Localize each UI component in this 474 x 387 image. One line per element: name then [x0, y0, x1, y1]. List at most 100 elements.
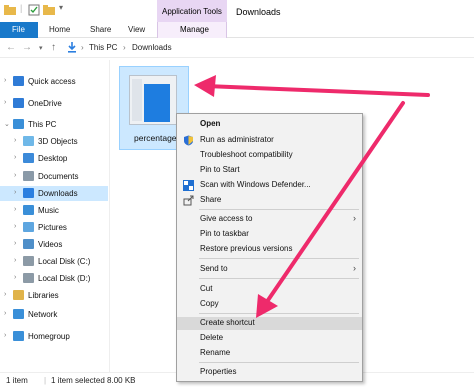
tab-manage[interactable]: Manage	[157, 22, 227, 38]
chevron-right-icon[interactable]: ›	[14, 206, 16, 213]
breadcrumb-this-pc[interactable]: This PC	[89, 43, 117, 52]
chevron-right-icon[interactable]: ›	[14, 189, 16, 196]
back-arrow-icon[interactable]: ←	[6, 42, 16, 53]
menu-item-label: Give access to	[200, 214, 253, 223]
menu-item-label: Delete	[200, 333, 224, 342]
forward-arrow-icon[interactable]: →	[22, 42, 32, 53]
sidebar-item-label: Local Disk (C:)	[38, 257, 91, 266]
download-icon	[23, 188, 34, 198]
status-divider: |	[44, 376, 47, 385]
music-icon	[23, 205, 34, 215]
tab-home[interactable]: Home	[49, 25, 70, 34]
menu-separator	[199, 209, 359, 210]
menu-item-label: Pin to Start	[200, 165, 240, 174]
sidebar-item-pictures[interactable]: › Pictures	[0, 220, 108, 235]
breadcrumb-separator-icon[interactable]: ›	[81, 43, 84, 52]
chevron-right-icon[interactable]: ›	[4, 77, 6, 84]
desktop-icon	[23, 153, 34, 163]
homegroup-icon	[13, 331, 24, 341]
download-icon	[68, 42, 76, 53]
chevron-right-icon[interactable]: ›	[14, 240, 16, 247]
chevron-right-icon[interactable]: ›	[4, 291, 6, 298]
chevron-right-icon[interactable]: ›	[4, 99, 6, 106]
sidebar-item-quick-access[interactable]: › Quick access	[0, 74, 108, 89]
sidebar-item-videos[interactable]: › Videos	[0, 237, 108, 252]
sidebar-item-label: Music	[38, 206, 59, 215]
customize-qat-icon[interactable]: ▾	[59, 3, 63, 12]
menu-item-troubleshoot-compatibility[interactable]: Troubleshoot compatibility	[177, 149, 362, 162]
chevron-right-icon[interactable]: ›	[14, 172, 16, 179]
menu-item-scan-with-windows-defender[interactable]: Scan with Windows Defender...	[177, 179, 362, 192]
cloud-icon	[13, 98, 24, 108]
menu-item-give-access-to[interactable]: Give access to ›	[177, 213, 362, 226]
defender-icon	[183, 180, 194, 191]
menu-item-label: Rename	[200, 348, 231, 357]
menu-item-delete[interactable]: Delete	[177, 332, 362, 345]
chevron-right-icon[interactable]: ›	[14, 137, 16, 144]
sidebar-item-local-disk-d[interactable]: › Local Disk (D:)	[0, 271, 108, 286]
sidebar-item-downloads[interactable]: › Downloads	[0, 186, 108, 201]
sidebar-item-onedrive[interactable]: › OneDrive	[0, 96, 108, 111]
menu-item-rename[interactable]: Rename	[177, 347, 362, 360]
recent-locations-icon[interactable]: ▾	[39, 44, 43, 52]
chevron-right-icon[interactable]: ›	[14, 154, 16, 161]
menu-item-run-as-administrator[interactable]: Run as administrator	[177, 134, 362, 147]
menu-item-label: Properties	[200, 367, 237, 376]
status-item-count: 1 item	[6, 376, 28, 385]
chevron-right-icon[interactable]: ›	[4, 310, 6, 317]
sidebar-item-local-disk-c[interactable]: › Local Disk (C:)	[0, 254, 108, 269]
breadcrumb-downloads[interactable]: Downloads	[132, 43, 172, 52]
breadcrumb-separator-icon[interactable]: ›	[123, 43, 126, 52]
chevron-down-icon[interactable]: ⌄	[4, 120, 10, 128]
sidebar-item-network[interactable]: › Network	[0, 307, 108, 322]
sidebar-item-desktop[interactable]: › Desktop	[0, 151, 108, 166]
tab-file[interactable]: File	[0, 22, 38, 38]
sidebar-item-label: Libraries	[28, 291, 59, 300]
menu-item-pin-to-start[interactable]: Pin to Start	[177, 164, 362, 177]
menu-item-pin-to-taskbar[interactable]: Pin to taskbar	[177, 228, 362, 241]
menu-item-label: Create shortcut	[200, 318, 255, 327]
tab-file-label: File	[12, 25, 25, 34]
menu-item-create-shortcut[interactable]: Create shortcut	[177, 317, 362, 330]
sidebar-item-documents[interactable]: › Documents	[0, 169, 108, 184]
menu-item-label: Scan with Windows Defender...	[200, 180, 311, 189]
menu-item-copy[interactable]: Copy	[177, 298, 362, 311]
menu-item-properties[interactable]: Properties	[177, 366, 362, 379]
new-folder-icon[interactable]	[43, 4, 55, 16]
network-icon	[13, 309, 24, 319]
menu-item-label: Copy	[200, 299, 219, 308]
menu-item-cut[interactable]: Cut	[177, 283, 362, 296]
chevron-right-icon[interactable]: ›	[14, 257, 16, 264]
drive-icon	[23, 273, 34, 283]
properties-icon[interactable]	[28, 4, 40, 16]
cube-icon	[23, 136, 34, 146]
menu-item-send-to[interactable]: Send to ›	[177, 263, 362, 276]
tab-view[interactable]: View	[128, 25, 145, 34]
drive-icon	[23, 256, 34, 266]
sidebar-item-libraries[interactable]: › Libraries	[0, 288, 108, 303]
menu-separator	[199, 362, 359, 363]
chevron-right-icon[interactable]: ›	[4, 332, 6, 339]
menu-item-restore-previous-versions[interactable]: Restore previous versions	[177, 243, 362, 256]
sidebar-item-this-pc[interactable]: ⌄ This PC	[0, 117, 108, 132]
up-arrow-icon[interactable]: ↑	[51, 42, 56, 53]
submenu-arrow-icon: ›	[353, 263, 356, 273]
chevron-right-icon[interactable]: ›	[14, 223, 16, 230]
sidebar-item-homegroup[interactable]: › Homegroup	[0, 329, 108, 344]
file-thumbnail	[129, 75, 177, 125]
shield-icon	[184, 135, 193, 146]
sidebar-item-label: Quick access	[28, 77, 76, 86]
share-icon	[183, 195, 194, 206]
separator: |	[20, 3, 23, 13]
thumbnail-sidebar	[132, 79, 142, 121]
sidebar-item-3d-objects[interactable]: › 3D Objects	[0, 134, 108, 149]
title-bar: | ▾ Application Tools Downloads	[0, 0, 474, 23]
folder-icon[interactable]	[4, 4, 16, 16]
sidebar-item-music[interactable]: › Music	[0, 203, 108, 218]
tab-share[interactable]: Share	[90, 25, 111, 34]
file-name: percentage	[134, 133, 177, 143]
menu-item-open[interactable]: Open	[177, 118, 362, 131]
menu-item-label: Restore previous versions	[200, 244, 293, 253]
chevron-right-icon[interactable]: ›	[14, 274, 16, 281]
menu-item-share[interactable]: Share	[177, 194, 362, 207]
